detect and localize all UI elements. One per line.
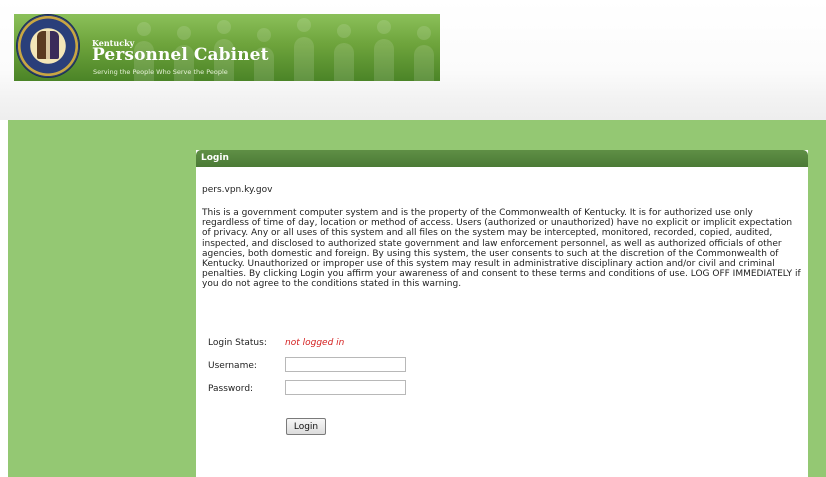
legal-warning-text: This is a government computer system and… — [202, 208, 801, 290]
password-label: Password: — [208, 384, 254, 394]
password-input[interactable] — [285, 380, 406, 395]
page-header: Kentucky Personnel Cabinet Serving the P… — [0, 0, 826, 120]
server-name: pers.vpn.ky.gov — [202, 185, 273, 195]
content-area: Login pers.vpn.ky.gov This is a governme… — [8, 120, 826, 477]
brand-title: Personnel Cabinet — [92, 45, 269, 65]
username-label: Username: — [208, 361, 257, 371]
login-status-value: not logged in — [285, 338, 345, 348]
login-status-label: Login Status: — [208, 338, 267, 348]
username-input[interactable] — [285, 357, 406, 372]
kentucky-seal-logo — [17, 15, 79, 77]
login-panel-title: Login — [196, 150, 808, 167]
brand-tagline: Serving the People Who Serve the People — [93, 68, 228, 76]
login-panel: Login pers.vpn.ky.gov This is a governme… — [196, 150, 808, 477]
personnel-cabinet-banner: Kentucky Personnel Cabinet Serving the P… — [14, 14, 440, 81]
login-button[interactable]: Login — [286, 418, 326, 435]
